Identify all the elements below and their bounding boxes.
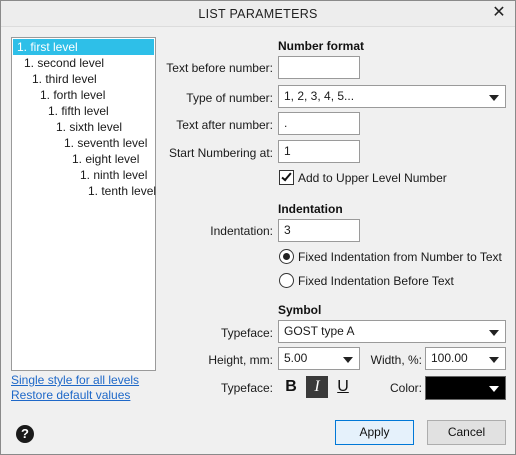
chevron-down-icon: [489, 386, 499, 392]
help-icon[interactable]: ?: [16, 425, 34, 443]
start-numbering-label: Start Numbering at:: [168, 146, 273, 160]
indentation-heading: Indentation: [278, 202, 343, 216]
list-item[interactable]: 1. fifth level: [45, 103, 109, 119]
text-after-field[interactable]: .: [278, 112, 360, 135]
text-before-label: Text before number:: [166, 61, 273, 75]
height-select[interactable]: 5.00: [278, 347, 360, 370]
level-list[interactable]: 1. first level 1. second level 1. third …: [11, 37, 156, 371]
type-of-number-value: 1, 2, 3, 4, 5...: [284, 89, 355, 103]
typeface-select[interactable]: GOST type A: [278, 320, 506, 343]
single-style-link[interactable]: Single style for all levels: [11, 373, 139, 387]
chevron-down-icon: [343, 357, 353, 363]
list-item[interactable]: 1. sixth level: [53, 119, 122, 135]
add-upper-level-label: Add to Upper Level Number: [298, 171, 447, 185]
width-select[interactable]: 100.00: [425, 347, 506, 370]
dialog-title: LIST PARAMETERS: [198, 7, 318, 21]
indentation-label: Indentation:: [210, 224, 273, 238]
apply-button[interactable]: Apply: [335, 420, 414, 445]
color-label: Color:: [389, 381, 422, 395]
list-item[interactable]: 1. first level: [13, 39, 154, 55]
type-of-number-label: Type of number:: [186, 91, 273, 105]
cancel-button[interactable]: Cancel: [427, 420, 506, 445]
type-of-number-select[interactable]: 1, 2, 3, 4, 5...: [278, 85, 506, 108]
typeface-label: Typeface:: [220, 326, 273, 340]
fixed-before-text-radio[interactable]: [279, 273, 294, 288]
checkmark-icon: [281, 170, 292, 182]
bold-button[interactable]: B: [280, 376, 302, 398]
list-item[interactable]: 1. seventh level: [61, 135, 147, 151]
list-item[interactable]: 1. ninth level: [77, 167, 147, 183]
width-value: 100.00: [431, 351, 468, 365]
text-after-label: Text after number:: [176, 118, 273, 132]
chevron-down-icon: [489, 330, 499, 336]
fixed-number-to-text-radio[interactable]: [279, 249, 294, 264]
chevron-down-icon: [489, 95, 499, 101]
list-item[interactable]: 1. eight level: [69, 151, 139, 167]
list-parameters-dialog: LIST PARAMETERS ✕ 1. first level 1. seco…: [0, 0, 516, 455]
list-item[interactable]: 1. second level: [21, 55, 104, 71]
height-value: 5.00: [284, 351, 308, 365]
height-label: Height, mm:: [208, 353, 273, 367]
typeface-style-label: Typeface:: [220, 381, 273, 395]
text-before-field[interactable]: [278, 56, 360, 79]
symbol-heading: Symbol: [278, 303, 322, 317]
title-bar: LIST PARAMETERS ✕: [1, 1, 515, 27]
fixed-number-to-text-label: Fixed Indentation from Number to Text: [298, 250, 502, 264]
width-label: Width, %:: [370, 353, 422, 367]
close-icon[interactable]: ✕: [491, 5, 507, 21]
color-select[interactable]: [425, 376, 506, 400]
radio-selected-icon: [283, 253, 290, 260]
restore-defaults-link[interactable]: Restore default values: [11, 388, 130, 402]
number-format-heading: Number format: [278, 39, 365, 53]
fixed-before-text-label: Fixed Indentation Before Text: [298, 274, 454, 288]
list-item[interactable]: 1. forth level: [37, 87, 105, 103]
start-numbering-field[interactable]: 1: [278, 140, 360, 163]
typeface-value: GOST type A: [284, 324, 355, 338]
list-item[interactable]: 1. third level: [29, 71, 97, 87]
chevron-down-icon: [489, 357, 499, 363]
add-upper-level-checkbox[interactable]: [279, 170, 294, 185]
italic-button[interactable]: I: [306, 376, 328, 398]
indentation-field[interactable]: 3: [278, 219, 360, 242]
underline-button[interactable]: U: [332, 376, 354, 398]
list-item[interactable]: 1. tenth level: [85, 183, 156, 199]
